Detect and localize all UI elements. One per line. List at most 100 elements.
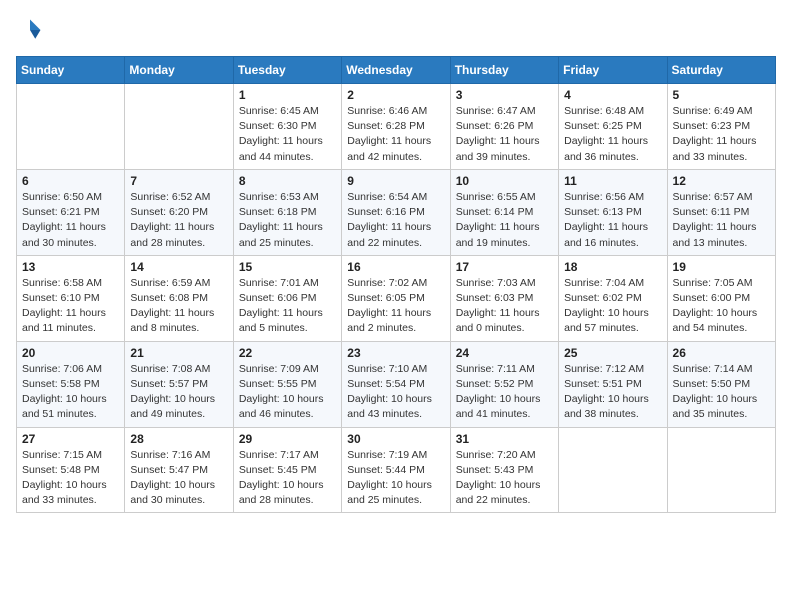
day-number: 15 (239, 260, 336, 274)
day-detail: Sunrise: 6:57 AM Sunset: 6:11 PM Dayligh… (673, 190, 770, 251)
logo (16, 16, 48, 44)
day-detail: Sunrise: 6:48 AM Sunset: 6:25 PM Dayligh… (564, 104, 661, 165)
day-detail: Sunrise: 7:14 AM Sunset: 5:50 PM Dayligh… (673, 362, 770, 423)
calendar-cell (559, 427, 667, 513)
page-header (16, 16, 776, 44)
calendar-day-header: Friday (559, 57, 667, 84)
day-number: 21 (130, 346, 227, 360)
day-number: 9 (347, 174, 444, 188)
day-number: 19 (673, 260, 770, 274)
calendar-header-row: SundayMondayTuesdayWednesdayThursdayFrid… (17, 57, 776, 84)
day-number: 8 (239, 174, 336, 188)
day-number: 3 (456, 88, 553, 102)
calendar-cell: 9 Sunrise: 6:54 AM Sunset: 6:16 PM Daylig… (342, 169, 450, 255)
calendar-cell: 22 Sunrise: 7:09 AM Sunset: 5:55 PM Dayli… (233, 341, 341, 427)
day-detail: Sunrise: 6:53 AM Sunset: 6:18 PM Dayligh… (239, 190, 336, 251)
day-number: 29 (239, 432, 336, 446)
calendar-cell: 29 Sunrise: 7:17 AM Sunset: 5:45 PM Dayli… (233, 427, 341, 513)
day-number: 24 (456, 346, 553, 360)
day-number: 23 (347, 346, 444, 360)
day-detail: Sunrise: 7:15 AM Sunset: 5:48 PM Dayligh… (22, 448, 119, 509)
calendar-cell: 25 Sunrise: 7:12 AM Sunset: 5:51 PM Dayli… (559, 341, 667, 427)
day-detail: Sunrise: 7:01 AM Sunset: 6:06 PM Dayligh… (239, 276, 336, 337)
day-number: 30 (347, 432, 444, 446)
calendar-day-header: Wednesday (342, 57, 450, 84)
calendar-day-header: Tuesday (233, 57, 341, 84)
day-detail: Sunrise: 6:49 AM Sunset: 6:23 PM Dayligh… (673, 104, 770, 165)
day-detail: Sunrise: 6:56 AM Sunset: 6:13 PM Dayligh… (564, 190, 661, 251)
calendar-cell: 2Sunrise: 6:46 AM Sunset: 6:28 PM Daylig… (342, 84, 450, 170)
calendar-cell: 21 Sunrise: 7:08 AM Sunset: 5:57 PM Dayli… (125, 341, 233, 427)
calendar-week-row: 13 Sunrise: 6:58 AM Sunset: 6:10 PM Dayli… (17, 255, 776, 341)
calendar-cell (667, 427, 775, 513)
day-number: 10 (456, 174, 553, 188)
calendar-cell: 7Sunrise: 6:52 AM Sunset: 6:20 PM Daylig… (125, 169, 233, 255)
day-number: 1 (239, 88, 336, 102)
day-detail: Sunrise: 7:11 AM Sunset: 5:52 PM Dayligh… (456, 362, 553, 423)
calendar-cell: 1 Sunrise: 6:45 AM Sunset: 6:30 PM Daylig… (233, 84, 341, 170)
day-detail: Sunrise: 6:54 AM Sunset: 6:16 PM Dayligh… (347, 190, 444, 251)
day-number: 4 (564, 88, 661, 102)
day-number: 14 (130, 260, 227, 274)
day-detail: Sunrise: 6:45 AM Sunset: 6:30 PM Dayligh… (239, 104, 336, 165)
day-detail: Sunrise: 7:08 AM Sunset: 5:57 PM Dayligh… (130, 362, 227, 423)
calendar-cell: 17 Sunrise: 7:03 AM Sunset: 6:03 PM Dayli… (450, 255, 558, 341)
logo-icon (16, 16, 44, 44)
day-number: 26 (673, 346, 770, 360)
calendar-cell: 30 Sunrise: 7:19 AM Sunset: 5:44 PM Dayli… (342, 427, 450, 513)
calendar-day-header: Thursday (450, 57, 558, 84)
day-detail: Sunrise: 6:58 AM Sunset: 6:10 PM Dayligh… (22, 276, 119, 337)
calendar-cell: 27Sunrise: 7:15 AM Sunset: 5:48 PM Dayli… (17, 427, 125, 513)
calendar-cell (17, 84, 125, 170)
calendar-day-header: Monday (125, 57, 233, 84)
day-detail: Sunrise: 6:55 AM Sunset: 6:14 PM Dayligh… (456, 190, 553, 251)
calendar-cell: 15 Sunrise: 7:01 AM Sunset: 6:06 PM Dayli… (233, 255, 341, 341)
day-number: 25 (564, 346, 661, 360)
calendar-cell: 12 Sunrise: 6:57 AM Sunset: 6:11 PM Dayli… (667, 169, 775, 255)
day-number: 11 (564, 174, 661, 188)
calendar-week-row: 6 Sunrise: 6:50 AM Sunset: 6:21 PM Daylig… (17, 169, 776, 255)
day-number: 12 (673, 174, 770, 188)
day-number: 13 (22, 260, 119, 274)
day-detail: Sunrise: 7:19 AM Sunset: 5:44 PM Dayligh… (347, 448, 444, 509)
day-number: 5 (673, 88, 770, 102)
day-detail: Sunrise: 7:20 AM Sunset: 5:43 PM Dayligh… (456, 448, 553, 509)
calendar-cell: 5 Sunrise: 6:49 AM Sunset: 6:23 PM Daylig… (667, 84, 775, 170)
day-detail: Sunrise: 7:10 AM Sunset: 5:54 PM Dayligh… (347, 362, 444, 423)
day-number: 17 (456, 260, 553, 274)
day-detail: Sunrise: 7:03 AM Sunset: 6:03 PM Dayligh… (456, 276, 553, 337)
calendar-table: SundayMondayTuesdayWednesdayThursdayFrid… (16, 56, 776, 513)
calendar-cell: 19 Sunrise: 7:05 AM Sunset: 6:00 PM Dayli… (667, 255, 775, 341)
day-detail: Sunrise: 6:50 AM Sunset: 6:21 PM Dayligh… (22, 190, 119, 251)
day-number: 22 (239, 346, 336, 360)
calendar-week-row: 20 Sunrise: 7:06 AM Sunset: 5:58 PM Dayli… (17, 341, 776, 427)
day-detail: Sunrise: 7:16 AM Sunset: 5:47 PM Dayligh… (130, 448, 227, 509)
day-number: 6 (22, 174, 119, 188)
day-detail: Sunrise: 7:12 AM Sunset: 5:51 PM Dayligh… (564, 362, 661, 423)
day-detail: Sunrise: 6:46 AM Sunset: 6:28 PM Dayligh… (347, 104, 444, 165)
calendar-cell: 8 Sunrise: 6:53 AM Sunset: 6:18 PM Daylig… (233, 169, 341, 255)
calendar-day-header: Saturday (667, 57, 775, 84)
calendar-cell: 11 Sunrise: 6:56 AM Sunset: 6:13 PM Dayli… (559, 169, 667, 255)
calendar-cell: 24 Sunrise: 7:11 AM Sunset: 5:52 PM Dayli… (450, 341, 558, 427)
calendar-cell: 3 Sunrise: 6:47 AM Sunset: 6:26 PM Daylig… (450, 84, 558, 170)
day-detail: Sunrise: 6:47 AM Sunset: 6:26 PM Dayligh… (456, 104, 553, 165)
day-detail: Sunrise: 7:17 AM Sunset: 5:45 PM Dayligh… (239, 448, 336, 509)
calendar-cell: 31Sunrise: 7:20 AM Sunset: 5:43 PM Dayli… (450, 427, 558, 513)
calendar-cell: 28Sunrise: 7:16 AM Sunset: 5:47 PM Dayli… (125, 427, 233, 513)
calendar-cell: 20 Sunrise: 7:06 AM Sunset: 5:58 PM Dayli… (17, 341, 125, 427)
day-detail: Sunrise: 7:09 AM Sunset: 5:55 PM Dayligh… (239, 362, 336, 423)
calendar-cell (125, 84, 233, 170)
calendar-week-row: 27Sunrise: 7:15 AM Sunset: 5:48 PM Dayli… (17, 427, 776, 513)
calendar-cell: 13 Sunrise: 6:58 AM Sunset: 6:10 PM Dayli… (17, 255, 125, 341)
day-number: 7 (130, 174, 227, 188)
day-detail: Sunrise: 7:04 AM Sunset: 6:02 PM Dayligh… (564, 276, 661, 337)
calendar-cell: 6 Sunrise: 6:50 AM Sunset: 6:21 PM Daylig… (17, 169, 125, 255)
calendar-cell: 18 Sunrise: 7:04 AM Sunset: 6:02 PM Dayli… (559, 255, 667, 341)
day-detail: Sunrise: 7:06 AM Sunset: 5:58 PM Dayligh… (22, 362, 119, 423)
day-detail: Sunrise: 7:05 AM Sunset: 6:00 PM Dayligh… (673, 276, 770, 337)
calendar-cell: 23 Sunrise: 7:10 AM Sunset: 5:54 PM Dayli… (342, 341, 450, 427)
day-number: 16 (347, 260, 444, 274)
day-number: 18 (564, 260, 661, 274)
day-number: 20 (22, 346, 119, 360)
